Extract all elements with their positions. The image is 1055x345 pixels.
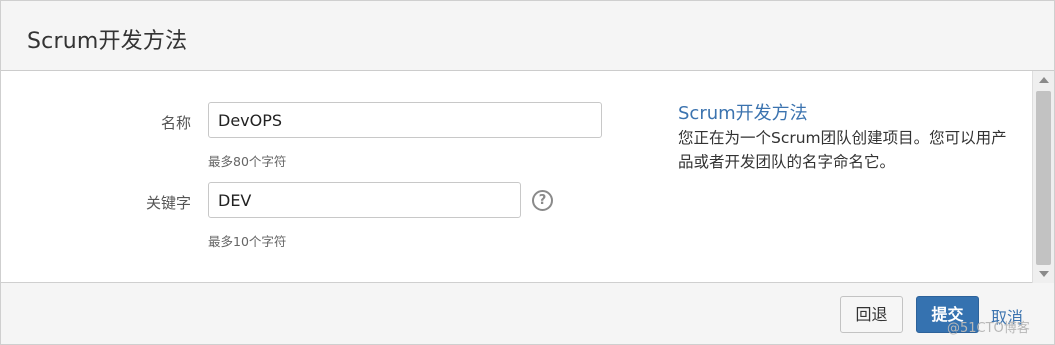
dialog-title: Scrum开发方法	[27, 29, 188, 54]
watermark: @51CTO博客	[947, 321, 1030, 336]
name-hint: 最多80个字符	[208, 154, 287, 169]
project-name-input[interactable]	[208, 102, 602, 138]
vertical-scrollbar[interactable]	[1032, 71, 1054, 283]
scroll-thumb[interactable]	[1036, 91, 1051, 265]
project-key-input[interactable]	[208, 182, 521, 218]
name-label: 名称	[160, 114, 191, 132]
back-button[interactable]: 回退	[840, 296, 903, 333]
dialog-header: Scrum开发方法	[1, 1, 1054, 71]
info-description: 您正在为一个Scrum团队创建项目。您可以用产品或者开发团队的名字命名它。	[678, 129, 1007, 171]
scroll-down-icon[interactable]	[1039, 271, 1049, 277]
key-label: 关键字	[145, 194, 191, 212]
dialog-footer: 回退 提交 取消	[1, 284, 1054, 344]
question-circle-icon[interactable]: ?	[532, 190, 553, 211]
create-project-dialog: Scrum开发方法 名称 最多80个字符 关键字 ? 最多10个字符 Scrum…	[0, 0, 1055, 345]
dialog-content: 名称 最多80个字符 关键字 ? 最多10个字符	[1, 71, 1032, 283]
info-title: Scrum开发方法	[678, 103, 808, 124]
key-hint: 最多10个字符	[208, 234, 287, 249]
scroll-up-icon[interactable]	[1039, 77, 1049, 83]
